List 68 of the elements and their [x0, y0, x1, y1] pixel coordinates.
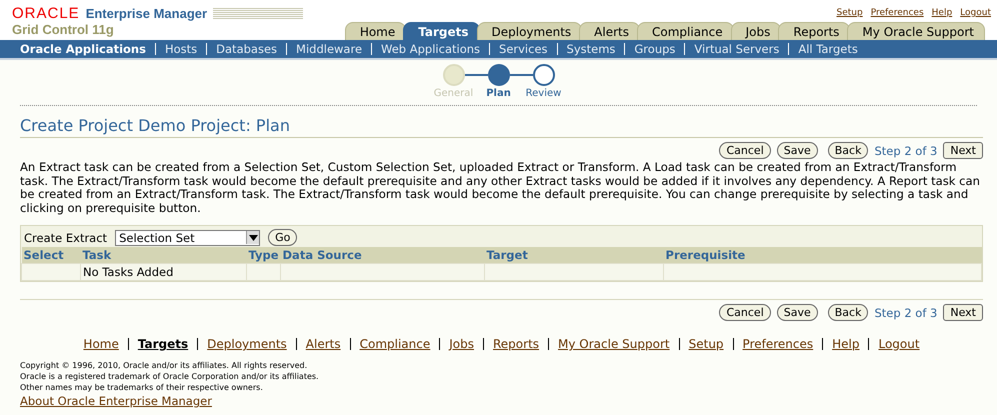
- column-header: Data Source: [280, 247, 485, 264]
- nav-tab[interactable]: Jobs: [730, 22, 782, 40]
- global-link[interactable]: Help: [932, 8, 952, 18]
- next-button[interactable]: Next: [943, 304, 983, 321]
- sub-tab[interactable]: Middleware: [296, 42, 362, 56]
- sub-tab[interactable]: All Targets: [798, 42, 858, 56]
- cancel-button[interactable]: Cancel: [719, 142, 771, 159]
- footer-link[interactable]: Setup: [688, 337, 724, 351]
- save-button[interactable]: Save: [776, 142, 818, 159]
- sub-tab[interactable]: Oracle Applications: [20, 42, 146, 56]
- product-subtitle: Grid Control 11g: [12, 22, 115, 37]
- dropdown-arrow-icon: [248, 234, 258, 240]
- column-header: Task: [80, 247, 246, 264]
- next-button[interactable]: Next: [943, 142, 983, 159]
- description-text: An Extract task can be created from a Selection Set, Custom Selection Set, uploaded Extract or Transform. A Load task can be created from an Extract/Transform task. The Extract/Transform task would become the default prerequisite and any other Extract tasks would be added if it involves any dependency. A Report task can be created from an Extract/Transform task. The Extract/Transform task would become the default prerequisite. You can change prerequisite by selecting a task and clicking on prerequisite button.: [20, 161, 982, 215]
- train-stop-label[interactable]: Review: [526, 88, 562, 99]
- train-stop-icon[interactable]: [532, 64, 554, 86]
- nav-tab[interactable]: Compliance: [637, 22, 734, 40]
- copyright-text: Copyright © 1996, 2010, Oracle and/or its affiliates. All rights reserved.: [20, 360, 308, 371]
- footer-link[interactable]: Help: [832, 337, 860, 351]
- footer-link[interactable]: Compliance: [360, 337, 430, 351]
- column-header: Type: [246, 247, 281, 264]
- nav-tab[interactable]: Alerts: [579, 22, 640, 40]
- footer-link[interactable]: Preferences: [742, 337, 814, 351]
- column-header: Target: [484, 247, 664, 264]
- cancel-button[interactable]: Cancel: [719, 304, 771, 321]
- copyright-text: Other names may be trademarks of their respective owners.: [20, 382, 264, 393]
- footer-link[interactable]: Targets: [138, 337, 188, 351]
- footer-link[interactable]: Logout: [878, 337, 920, 351]
- global-link[interactable]: Setup: [836, 8, 863, 18]
- sub-tab[interactable]: Databases: [216, 42, 278, 56]
- footer-link[interactable]: Reports: [493, 337, 540, 351]
- back-button[interactable]: Back: [828, 304, 868, 321]
- step-indicator: Step 2 of 3: [874, 306, 938, 320]
- sub-tab[interactable]: Hosts: [164, 42, 198, 56]
- train-stop-icon[interactable]: [488, 64, 510, 86]
- page-title: Create Project Demo Project: Plan: [20, 116, 983, 138]
- back-button[interactable]: Back: [828, 142, 868, 159]
- nav-tab[interactable]: Targets: [403, 22, 480, 40]
- global-link[interactable]: Logout: [960, 8, 991, 18]
- save-button[interactable]: Save: [776, 304, 818, 321]
- nav-tab[interactable]: Deployments: [476, 22, 582, 40]
- step-indicator: Step 2 of 3: [874, 144, 938, 158]
- sub-tab[interactable]: Systems: [566, 42, 616, 56]
- sub-tab[interactable]: Virtual Servers: [694, 42, 780, 56]
- nav-tab[interactable]: Home: [344, 22, 406, 40]
- footer-link[interactable]: Alerts: [306, 337, 341, 351]
- create-extract-label: Create Extract: [24, 230, 108, 244]
- footer-link[interactable]: Deployments: [207, 337, 287, 351]
- nav-tab[interactable]: My Oracle Support: [847, 22, 985, 40]
- sub-tab[interactable]: Services: [499, 42, 548, 56]
- create-extract-dropdown[interactable]: Selection Set: [115, 230, 260, 246]
- go-button[interactable]: Go: [268, 229, 298, 246]
- train-stop-label[interactable]: Plan: [486, 88, 511, 99]
- footer-link[interactable]: Home: [83, 337, 119, 351]
- sub-tab[interactable]: Web Applications: [381, 42, 480, 56]
- column-header: Prerequisite: [664, 247, 982, 264]
- empty-table-message: No Tasks Added: [80, 264, 246, 280]
- footer-link[interactable]: Jobs: [449, 337, 474, 351]
- sub-tab[interactable]: Groups: [634, 42, 676, 56]
- footer-link[interactable]: My Oracle Support: [558, 337, 670, 351]
- product-name: Enterprise Manager: [86, 6, 208, 21]
- column-header: Select: [22, 247, 80, 264]
- global-link[interactable]: Preferences: [870, 8, 924, 18]
- copyright-text: Oracle is a registered trademark of Oracle Corporation and/or its affiliates.: [20, 371, 320, 382]
- nav-tab[interactable]: Reports: [778, 22, 850, 40]
- about-link[interactable]: About Oracle Enterprise Manager: [20, 394, 212, 408]
- oracle-logo: ORACLE: [12, 5, 80, 22]
